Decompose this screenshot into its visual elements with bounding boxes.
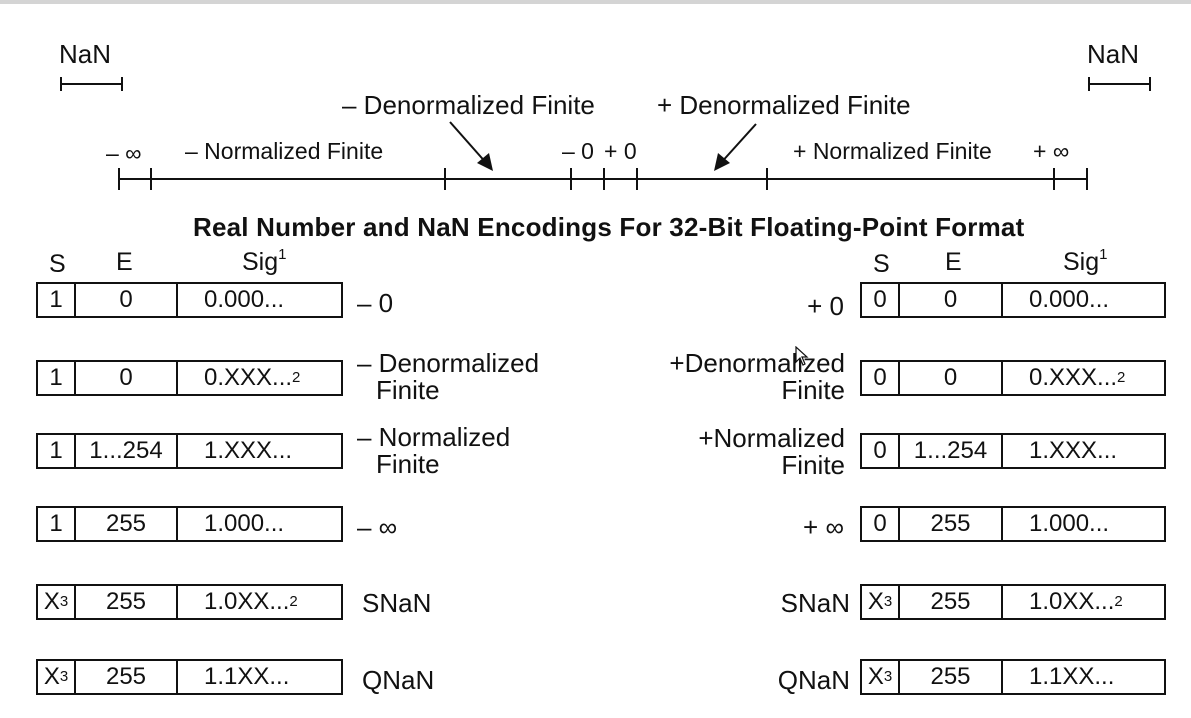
exponent-cell: 0 (943, 286, 958, 313)
nan-right-label: NaN (1087, 39, 1140, 69)
exponent-cell: 255 (930, 663, 971, 690)
right-encoding-box: 0 0 0.XXX... 2 (860, 360, 1166, 396)
sign-cell: X3 (867, 588, 893, 615)
neg-inf-label: – ∞ (106, 140, 142, 166)
significand-cell: 0.000... (1029, 286, 1110, 313)
left-encoding-box: X3 255 1.0XX... 2 (36, 584, 343, 620)
sign-cell: X3 (43, 588, 69, 615)
left-row-label: SNaN (362, 588, 432, 618)
right-row-label: +Denormalized Finite (669, 348, 845, 405)
right-row-label: + ∞ (803, 512, 844, 542)
significand-cell: 0.XXX... 2 (1029, 364, 1126, 391)
exponent-cell: 0 (119, 286, 133, 313)
sign-cell: 1 (49, 510, 63, 537)
pos-inf-label: + ∞ (1033, 138, 1070, 164)
sign-cell: 0 (873, 364, 887, 391)
left-header-sig: Sig1 (242, 246, 287, 276)
exponent-cell: 0 (943, 364, 958, 391)
sign-cell: 0 (873, 510, 887, 537)
significand-cell: 1.XXX... (1029, 437, 1118, 464)
sign-cell: X3 (867, 663, 893, 690)
exponent-cell: 255 (105, 663, 147, 690)
left-encoding-box: X3 255 1.1XX... (36, 659, 343, 695)
significand-cell: 1.1XX... (204, 663, 290, 690)
exponent-cell: 255 (930, 510, 971, 537)
neg-denormalized-arrow (449, 121, 489, 166)
diagram-title: Real Number and NaN Encodings For 32-Bit… (193, 212, 1025, 242)
sign-cell: 0 (873, 286, 887, 313)
sign-cell: 1 (49, 364, 63, 391)
left-header-e: E (116, 248, 133, 276)
neg-zero-label: – 0 (562, 138, 594, 164)
sign-cell: 1 (49, 437, 63, 464)
sign-cell: 1 (49, 286, 63, 313)
exponent-cell: 1...254 (89, 437, 163, 464)
neg-denormalized-label: – Denormalized Finite (342, 90, 595, 120)
significand-cell: 1.000... (204, 510, 285, 537)
right-header-s: S (873, 250, 890, 278)
right-row-label: +Normalized Finite (698, 423, 845, 480)
exponent-cell: 255 (930, 588, 971, 615)
right-encoding-box: X3 255 1.1XX... (860, 659, 1166, 695)
significand-cell: 1.0XX... 2 (1029, 588, 1123, 615)
right-row-label: QNaN (777, 665, 850, 695)
left-row-label: – Normalized Finite (357, 422, 511, 479)
right-encoding-box: 0 255 1.000... (860, 506, 1166, 542)
significand-cell: 1.0XX... 2 (204, 588, 298, 615)
neg-normalized-label: – Normalized Finite (185, 138, 384, 164)
pos-zero-label: + 0 (604, 138, 637, 164)
left-encoding-box: 1 255 1.000... (36, 506, 343, 542)
left-row-label: – Denormalized Finite (357, 348, 540, 405)
sign-cell: X3 (43, 663, 69, 690)
exponent-cell: 0 (119, 364, 133, 391)
right-row-label: + 0 (807, 291, 844, 321)
right-encoding-box: 0 1...254 1.XXX... (860, 433, 1166, 469)
left-encoding-box: 1 1...254 1.XXX... (36, 433, 343, 469)
significand-cell: 0.XXX... 2 (204, 364, 301, 391)
left-encoding-box: 1 0 0.000... (36, 282, 343, 318)
exponent-cell: 255 (105, 588, 147, 615)
right-header-e: E (945, 248, 962, 276)
right-header-sig: Sig1 (1063, 246, 1108, 276)
significand-cell: 1.XXX... (204, 437, 293, 464)
exponent-cell: 1...254 (913, 437, 988, 464)
left-row-label: – 0 (357, 288, 394, 318)
significand-cell: 0.000... (204, 286, 285, 313)
significand-cell: 1.000... (1029, 510, 1110, 537)
left-row-label: QNaN (362, 665, 435, 695)
right-row-label: SNaN (780, 588, 850, 618)
exponent-cell: 255 (105, 510, 147, 537)
significand-cell: 1.1XX... (1029, 663, 1115, 690)
mouse-pointer-icon (795, 346, 809, 366)
pos-denormalized-label: + Denormalized Finite (657, 90, 911, 120)
left-header-s: S (49, 250, 66, 278)
right-encoding-box: 0 0 0.000... (860, 282, 1166, 318)
nan-left-label: NaN (59, 39, 112, 69)
right-encoding-box: X3 255 1.0XX... 2 (860, 584, 1166, 620)
left-row-label: – ∞ (357, 512, 398, 542)
pos-normalized-label: + Normalized Finite (793, 138, 992, 164)
sign-cell: 0 (873, 437, 887, 464)
left-encoding-box: 1 0 0.XXX... 2 (36, 360, 343, 396)
